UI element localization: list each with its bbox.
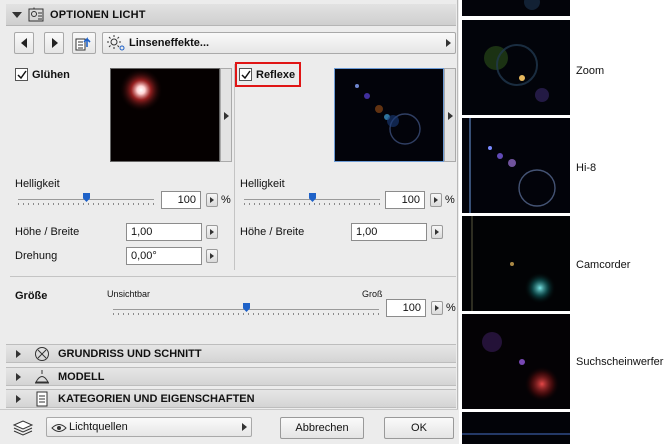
gallery-label-zoom: Zoom (576, 65, 605, 77)
reflexe-brightness-label: Helligkeit (240, 178, 285, 190)
gallery-thumb-image (462, 314, 570, 409)
dialog-root: OPTIONEN LICHT Linseneffekte... Glühen H… (0, 0, 669, 444)
gallery-thumb-partial[interactable] (462, 412, 570, 444)
list-arrow-icon (75, 37, 91, 51)
light-options-panel: OPTIONEN LICHT Linseneffekte... Glühen H… (0, 0, 458, 444)
cancel-button[interactable]: Abbrechen (280, 417, 364, 439)
arrow-right-icon (52, 38, 58, 48)
ok-button[interactable]: OK (384, 417, 454, 439)
glow-rotation-input[interactable]: 0,00° (126, 247, 202, 265)
gallery-label-hi8: Hi-8 (576, 162, 597, 174)
dropdown-arrow-icon (446, 39, 451, 47)
section-header-light-options[interactable]: OPTIONEN LICHT (6, 4, 456, 26)
size-input[interactable]: 100 (386, 299, 426, 317)
reflexe-preview-expand[interactable] (444, 68, 456, 162)
section-model[interactable]: MODELL (6, 367, 456, 386)
horizontal-divider (10, 276, 456, 277)
gallery-thumb-partial[interactable] (462, 0, 570, 16)
gallery-thumb-image (462, 216, 570, 311)
size-min-label: Unsichtbar (107, 289, 151, 299)
glow-checkbox[interactable] (15, 68, 28, 81)
collapse-triangle-icon[interactable] (12, 12, 22, 18)
glow-rotation-label: Drehung (15, 250, 58, 262)
size-label: Größe (15, 290, 48, 302)
glow-label: Glühen (32, 69, 70, 81)
glow-height-width-label: Höhe / Breite (15, 226, 80, 238)
highlight-box (235, 62, 301, 87)
section-floor-plan[interactable]: GRUNDRISS UND SCHNITT (6, 344, 456, 363)
gallery-thumb-suchscheinwerfer[interactable] (462, 314, 570, 409)
size-max-label: Groß (362, 289, 383, 299)
gallery-thumb-image (462, 412, 570, 444)
glow-preview-image (111, 68, 219, 161)
settings-list-button[interactable] (72, 32, 96, 54)
reflexe-preview (334, 68, 444, 162)
percent-unit: % (446, 302, 456, 314)
layer-popup-label: Lichtquellen (69, 421, 128, 433)
lens-effects-dropdown[interactable]: Linseneffekte... (102, 32, 456, 54)
gallery-thumb-image (462, 118, 570, 213)
reflexe-height-width-input[interactable]: 1,00 (351, 223, 427, 241)
percent-unit: % (221, 194, 231, 206)
glow-brightness-input[interactable]: 100 (161, 191, 201, 209)
section-title: MODELL (58, 371, 105, 383)
gallery-thumb-image (462, 0, 570, 16)
check-icon (17, 70, 27, 80)
gallery-label-camcorder: Camcorder (576, 259, 631, 271)
glow-rotation-stepper[interactable] (206, 249, 218, 263)
section-title: OPTIONEN LICHT (50, 9, 146, 21)
reflexe-preview-image (335, 69, 443, 161)
percent-unit: % (445, 194, 455, 206)
glow-preview (110, 68, 220, 162)
glow-height-width-stepper[interactable] (206, 225, 218, 239)
reflexe-brightness-slider[interactable] (244, 192, 380, 208)
layer-popup[interactable]: Lichtquellen (46, 417, 252, 437)
reflexe-brightness-stepper[interactable] (430, 193, 442, 207)
slider-thumb[interactable] (83, 193, 90, 202)
lamp-icon (35, 370, 49, 384)
section-title: KATEGORIEN UND EIGENSCHAFTEN (58, 393, 255, 405)
column-divider (234, 64, 235, 270)
eye-icon (51, 424, 67, 432)
next-button[interactable] (44, 32, 64, 54)
sun-sparkle-icon (107, 35, 125, 51)
reflexe-height-width-stepper[interactable] (431, 225, 443, 239)
gallery-thumb-image (462, 20, 570, 115)
gallery-label-suchscheinwerfer: Suchscheinwerfer (576, 356, 664, 368)
glow-preview-expand[interactable] (220, 68, 232, 162)
lens-effect-gallery: Zoom Hi-8 Camcorder Suchscheinwerfer (459, 0, 669, 444)
dropdown-arrow-icon (242, 423, 247, 431)
gallery-thumb-hi8[interactable] (462, 118, 570, 213)
glow-brightness-slider[interactable] (18, 192, 154, 208)
glow-brightness-label: Helligkeit (15, 178, 60, 190)
gallery-thumb-camcorder[interactable] (462, 216, 570, 311)
gallery-thumb-zoom[interactable] (462, 20, 570, 115)
glow-height-width-input[interactable]: 1,00 (126, 223, 202, 241)
layers-icon (12, 420, 34, 436)
dialog-footer: Lichtquellen Abbrechen OK (0, 409, 458, 444)
previous-button[interactable] (14, 32, 34, 54)
expand-triangle-icon[interactable] (16, 395, 21, 403)
slider-thumb[interactable] (243, 303, 250, 312)
document-icon (36, 391, 48, 407)
section-title: GRUNDRISS UND SCHNITT (58, 348, 202, 360)
size-slider[interactable] (113, 302, 379, 318)
arrow-left-icon (21, 38, 27, 48)
reflexe-height-width-label: Höhe / Breite (240, 226, 305, 238)
light-settings-icon (28, 7, 44, 22)
slider-thumb[interactable] (309, 193, 316, 202)
section-categories[interactable]: KATEGORIEN UND EIGENSCHAFTEN (6, 389, 456, 408)
size-stepper[interactable] (431, 301, 443, 315)
expand-triangle-icon[interactable] (16, 350, 21, 358)
reflexe-brightness-input[interactable]: 100 (385, 191, 425, 209)
glow-brightness-stepper[interactable] (206, 193, 218, 207)
circle-x-icon (35, 347, 49, 361)
lens-effects-label: Linseneffekte... (129, 37, 210, 49)
expand-triangle-icon[interactable] (16, 373, 21, 381)
